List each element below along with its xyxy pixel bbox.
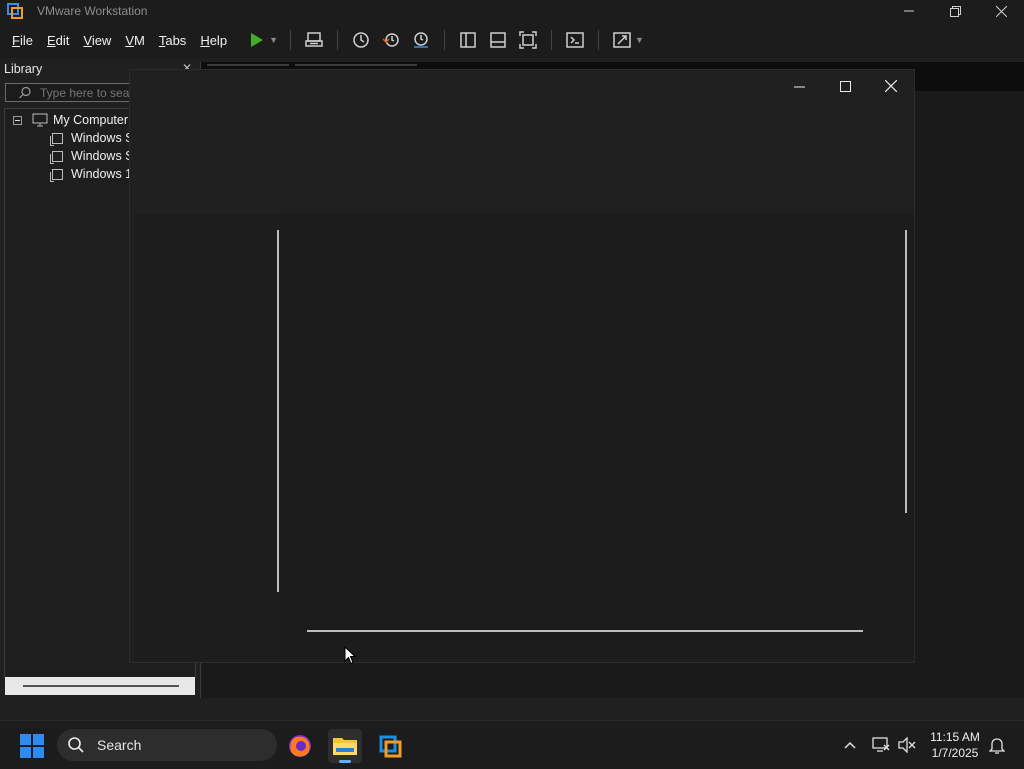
menu-edit[interactable]: Edit	[47, 33, 69, 48]
vm-icon	[50, 132, 63, 146]
dialog-body	[134, 214, 914, 660]
menu-help[interactable]: Help	[200, 33, 227, 48]
vm-icon	[50, 150, 63, 164]
status-strip	[0, 698, 1024, 720]
vmware-icon	[379, 735, 402, 758]
windows-logo-icon	[20, 734, 31, 745]
minimize-button[interactable]	[886, 0, 932, 22]
blank-dialog-window	[129, 69, 915, 663]
vm-icon	[50, 168, 63, 182]
taskbar-search-box[interactable]: Search	[57, 729, 277, 761]
menu-toolbar: File Edit View VM Tabs Help ▼ ▼	[0, 22, 1024, 58]
search-label: Search	[97, 737, 142, 753]
tree-item-label: My Computer	[53, 113, 129, 127]
snapshot-manager-button[interactable]	[408, 27, 434, 53]
library-title: Library	[4, 62, 43, 76]
tab[interactable]	[295, 64, 417, 66]
left-pane-scrollbar[interactable]	[277, 230, 279, 592]
show-hidden-icons-button[interactable]	[838, 721, 862, 769]
windows-logo-icon	[33, 734, 44, 745]
stretch-dropdown-icon[interactable]: ▼	[635, 35, 644, 45]
toolbar-separator	[289, 30, 291, 50]
toolbar-separator	[550, 30, 552, 50]
library-horizontal-scrollbar[interactable]	[5, 677, 195, 695]
power-dropdown-icon[interactable]: ▼	[269, 35, 278, 45]
full-screen-button[interactable]	[515, 27, 541, 53]
tab[interactable]	[207, 64, 289, 66]
content-vertical-scrollbar[interactable]	[905, 230, 907, 513]
menu-vm[interactable]: VM	[125, 33, 145, 48]
dialog-navigation-pane	[134, 214, 280, 660]
stretch-guest-button[interactable]	[609, 27, 635, 53]
send-ctrl-alt-del-button[interactable]	[301, 27, 327, 53]
restore-button[interactable]	[932, 0, 978, 22]
show-thumbnail-bar-button[interactable]	[485, 27, 511, 53]
clock-date: 1/7/2025	[931, 746, 979, 760]
windows-taskbar: Search 11:15 AM 1/7/2025	[0, 720, 1024, 768]
scrollbar-thumb[interactable]	[23, 685, 179, 687]
close-button[interactable]	[978, 0, 1024, 22]
toolbar-separator	[443, 30, 445, 50]
firefox-icon	[289, 735, 311, 757]
menu-file[interactable]: File	[12, 33, 33, 48]
network-icon	[872, 737, 890, 752]
collapse-icon[interactable]	[13, 115, 22, 125]
dialog-close-button[interactable]	[868, 70, 914, 102]
show-library-button[interactable]	[455, 27, 481, 53]
title-bar: VMware Workstation	[0, 0, 1024, 22]
windows-logo-icon	[20, 747, 31, 758]
bell-icon	[989, 738, 1005, 754]
windows-logo-icon	[33, 747, 44, 758]
clock-time: 11:15 AM	[930, 730, 980, 744]
start-button[interactable]	[20, 734, 44, 758]
tree-item-vm[interactable]: Windows Se	[50, 129, 140, 147]
revert-snapshot-button[interactable]	[378, 27, 404, 53]
content-horizontal-scrollbar[interactable]	[307, 630, 863, 632]
console-view-button[interactable]	[562, 27, 588, 53]
tree-item-vm[interactable]: Windows Se	[50, 147, 140, 165]
chevron-up-icon	[844, 741, 856, 749]
computer-icon	[32, 113, 48, 127]
speaker-muted-icon	[898, 737, 916, 753]
window-title: VMware Workstation	[37, 4, 148, 18]
toolbar-separator	[336, 30, 338, 50]
volume-button[interactable]	[896, 721, 918, 769]
taskbar-clock[interactable]: 11:15 AM 1/7/2025	[920, 729, 990, 761]
tree-item-vm[interactable]: Windows 10	[50, 165, 139, 183]
vmware-window: VMware Workstation File Edit View VM Tab…	[0, 0, 1024, 720]
search-icon	[19, 86, 31, 98]
search-icon	[68, 737, 84, 753]
active-indicator	[339, 760, 351, 763]
firefox-taskbar-button[interactable]	[283, 729, 317, 763]
mouse-cursor-icon	[344, 646, 356, 665]
vmware-app-icon	[7, 3, 23, 19]
menu-tabs[interactable]: Tabs	[159, 33, 186, 48]
vmware-taskbar-button[interactable]	[373, 729, 407, 763]
dialog-minimize-button[interactable]	[776, 70, 822, 102]
toolbar-separator	[597, 30, 599, 50]
menu-view[interactable]: View	[83, 33, 111, 48]
power-on-button[interactable]	[243, 27, 269, 53]
snapshot-button[interactable]	[348, 27, 374, 53]
dialog-maximize-button[interactable]	[822, 70, 868, 102]
folder-icon	[333, 738, 357, 755]
network-status-button[interactable]	[870, 721, 892, 769]
notifications-button[interactable]	[986, 721, 1008, 769]
file-explorer-taskbar-button[interactable]	[328, 729, 362, 763]
tree-item-my-computer[interactable]: My Computer	[13, 111, 128, 129]
